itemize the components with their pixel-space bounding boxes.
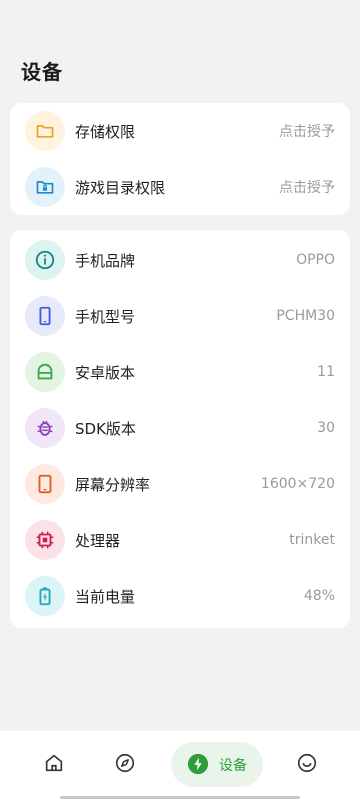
- row-value: PCHM30: [276, 308, 335, 324]
- row-value: OPPO: [296, 252, 335, 268]
- list-item-screen-resolution: 屏幕分辨率 1600×720: [10, 456, 350, 512]
- battery-icon: [25, 576, 65, 616]
- tablet-icon: [25, 464, 65, 504]
- nav-device-tab[interactable]: 设备: [171, 742, 263, 787]
- nav-profile-button[interactable]: [287, 745, 327, 785]
- list-item-phone-model: 手机型号 PCHM30: [10, 288, 350, 344]
- nav-discover-button[interactable]: [105, 745, 145, 785]
- row-label: 存储权限: [75, 122, 136, 141]
- row-label: 安卓版本: [75, 363, 136, 382]
- list-item-game-dir-permission[interactable]: 游戏目录权限 点击授予: [10, 159, 350, 215]
- row-label: 手机品牌: [75, 251, 136, 270]
- chip-icon: [25, 520, 65, 560]
- info-icon: [25, 240, 65, 280]
- bolt-icon: [187, 753, 209, 779]
- list-item-sdk-version: SDK版本 30: [10, 400, 350, 456]
- phone-icon: [25, 296, 65, 336]
- folder-icon: [25, 111, 65, 151]
- smile-icon: [296, 752, 318, 778]
- folder-lock-icon: [25, 167, 65, 207]
- row-label: 屏幕分辨率: [75, 475, 151, 494]
- android-icon: [25, 352, 65, 392]
- list-item-android-version: 安卓版本 11: [10, 344, 350, 400]
- list-item-battery: 当前电量 48%: [10, 568, 350, 624]
- list-item-phone-brand: 手机品牌 OPPO: [10, 232, 350, 288]
- bug-icon: [25, 408, 65, 448]
- row-value: 1600×720: [260, 476, 335, 492]
- list-item-processor: 处理器 trinket: [10, 512, 350, 568]
- grant-permission-link[interactable]: 点击授予: [279, 121, 335, 141]
- grant-permission-link[interactable]: 点击授予: [279, 177, 335, 197]
- row-label: SDK版本: [75, 419, 136, 438]
- bottom-nav: 设备: [0, 731, 360, 799]
- home-icon: [43, 752, 65, 778]
- nav-home-button[interactable]: [34, 745, 74, 785]
- row-value: 30: [317, 420, 335, 436]
- row-value: 11: [317, 364, 335, 380]
- row-label: 当前电量: [75, 587, 136, 606]
- row-label: 处理器: [75, 531, 121, 550]
- row-value: 48%: [303, 588, 335, 604]
- device-info-card: 手机品牌 OPPO 手机型号 PCHM30 安卓版本 11 SDK版本 30 屏…: [10, 230, 350, 628]
- permissions-card: 存储权限 点击授予 游戏目录权限 点击授予: [10, 103, 350, 215]
- row-value: trinket: [289, 532, 335, 548]
- list-item-storage-permission[interactable]: 存储权限 点击授予: [10, 103, 350, 159]
- page-title: 设备: [21, 60, 63, 84]
- nav-device-label: 设备: [219, 758, 247, 774]
- compass-icon: [114, 752, 136, 778]
- row-label: 游戏目录权限: [75, 178, 166, 197]
- row-label: 手机型号: [75, 307, 136, 326]
